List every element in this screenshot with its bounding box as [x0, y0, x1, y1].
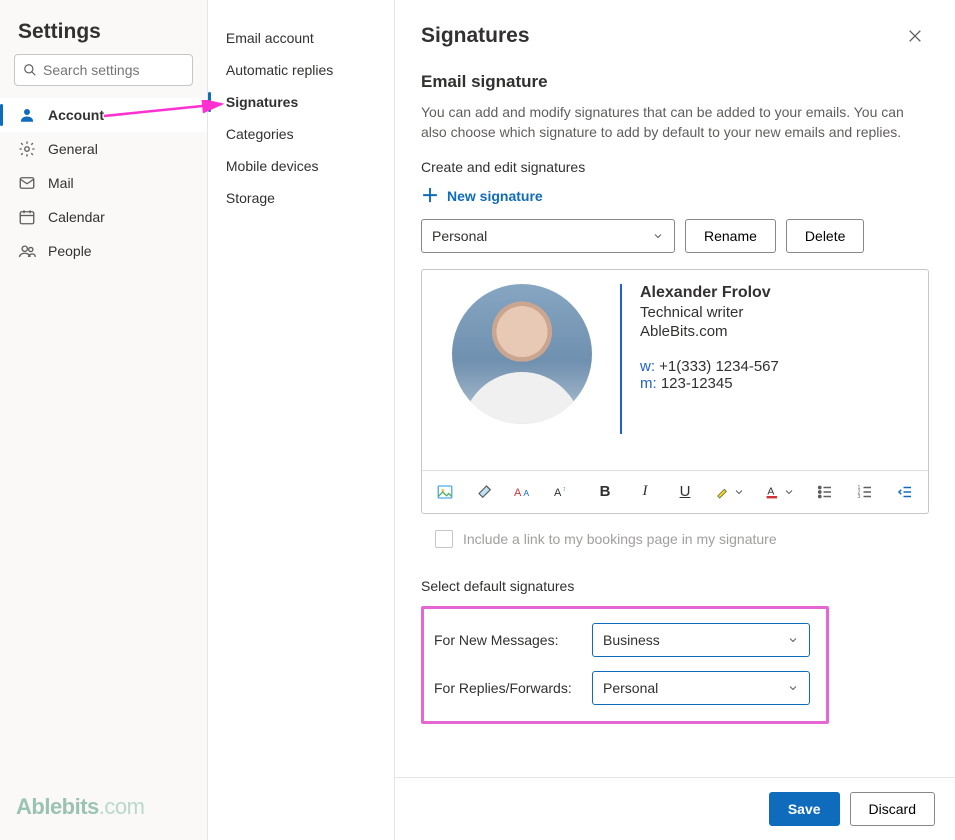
subnav-item-categories[interactable]: Categories [208, 118, 394, 150]
for-replies-value: Personal [603, 680, 658, 696]
signature-mobile-phone: m: 123-12345 [640, 375, 779, 392]
section-description: You can add and modify signatures that c… [421, 102, 929, 143]
image-icon[interactable] [430, 477, 460, 507]
format-painter-icon[interactable] [470, 477, 500, 507]
mail-icon [18, 174, 36, 192]
search-input[interactable] [43, 62, 184, 78]
italic-button[interactable]: I [630, 477, 660, 507]
nav-item-people[interactable]: People [0, 234, 207, 268]
chevron-down-icon [652, 230, 664, 242]
chevron-down-icon [787, 682, 799, 694]
chevron-down-icon [787, 634, 799, 646]
svg-text:3: 3 [858, 494, 861, 500]
section-title: Email signature [421, 72, 929, 92]
underline-button[interactable]: U [670, 477, 700, 507]
for-new-label: For New Messages: [434, 632, 582, 648]
close-button[interactable] [901, 22, 929, 50]
include-bookings-checkbox[interactable] [435, 530, 453, 548]
signature-role: Technical writer [640, 304, 779, 321]
for-replies-select[interactable]: Personal [592, 671, 810, 705]
search-icon [23, 63, 37, 77]
signature-select[interactable]: Personal [421, 219, 675, 253]
new-signature-button[interactable]: ＋ New signature [421, 181, 543, 219]
rename-button[interactable]: Rename [685, 219, 776, 253]
avatar [452, 284, 592, 424]
panel-title: Signatures [421, 24, 530, 48]
signature-text: Alexander Frolov Technical writer AbleBi… [640, 284, 779, 434]
branding-logo: Ablebits.com [0, 794, 207, 840]
discard-button[interactable]: Discard [850, 792, 935, 826]
nav-item-label: Mail [48, 175, 74, 191]
include-bookings-label: Include a link to my bookings page in my… [463, 531, 777, 547]
highlight-button[interactable] [710, 477, 750, 507]
subnav-item-mobile-devices[interactable]: Mobile devices [208, 150, 394, 182]
calendar-icon [18, 208, 36, 226]
bold-button[interactable]: B [590, 477, 620, 507]
create-edit-label: Create and edit signatures [421, 159, 929, 175]
font-family-icon[interactable]: AA [510, 477, 540, 507]
for-new-select[interactable]: Business [592, 623, 810, 657]
nav-item-label: Calendar [48, 209, 105, 225]
svg-text:↕: ↕ [563, 485, 566, 492]
delete-button[interactable]: Delete [786, 219, 864, 253]
defaults-highlight-box: For New Messages: Business For Replies/F… [421, 606, 829, 724]
svg-text:A: A [514, 487, 522, 499]
editor-toolbar: AA A↕ B I U A [422, 470, 928, 513]
plus-icon: ＋ [421, 187, 439, 205]
subnav-item-email-account[interactable]: Email account [208, 22, 394, 54]
subnav: Email account Automatic replies Signatur… [208, 0, 395, 840]
nav-item-general[interactable]: General [0, 132, 207, 166]
gear-icon [18, 140, 36, 158]
signature-company: AbleBits.com [640, 323, 779, 340]
nav-item-mail[interactable]: Mail [0, 166, 207, 200]
nav-item-calendar[interactable]: Calendar [0, 200, 207, 234]
svg-text:A: A [767, 486, 774, 497]
nav-item-account[interactable]: Account [0, 98, 207, 132]
signature-editor[interactable]: Alexander Frolov Technical writer AbleBi… [421, 269, 929, 514]
settings-title: Settings [0, 0, 207, 54]
search-input-wrap[interactable] [14, 54, 193, 86]
for-replies-label: For Replies/Forwards: [434, 680, 582, 696]
svg-text:A: A [554, 487, 562, 499]
signature-work-phone: w: +1(333) 1234-567 [640, 358, 779, 375]
nav-item-label: People [48, 243, 92, 259]
save-button[interactable]: Save [769, 792, 840, 826]
nav-item-label: General [48, 141, 98, 157]
vertical-divider [620, 284, 622, 434]
subnav-item-automatic-replies[interactable]: Automatic replies [208, 54, 394, 86]
defaults-title: Select default signatures [421, 578, 929, 594]
chevron-down-icon [733, 486, 745, 498]
numbered-list-button[interactable]: 123 [850, 477, 880, 507]
chevron-down-icon [783, 486, 795, 498]
nav-item-label: Account [48, 107, 104, 123]
signature-name: Alexander Frolov [640, 284, 779, 302]
decrease-indent-button[interactable] [890, 477, 920, 507]
close-icon [907, 28, 923, 44]
svg-text:A: A [523, 488, 529, 498]
new-signature-label: New signature [447, 188, 543, 204]
font-size-icon[interactable]: A↕ [550, 477, 580, 507]
signature-select-value: Personal [432, 228, 487, 244]
font-color-button[interactable]: A [760, 477, 800, 507]
subnav-item-signatures[interactable]: Signatures [208, 86, 394, 118]
for-new-value: Business [603, 632, 660, 648]
subnav-item-storage[interactable]: Storage [208, 182, 394, 214]
bulleted-list-button[interactable] [810, 477, 840, 507]
people-icon [18, 242, 36, 260]
person-icon [18, 106, 36, 124]
